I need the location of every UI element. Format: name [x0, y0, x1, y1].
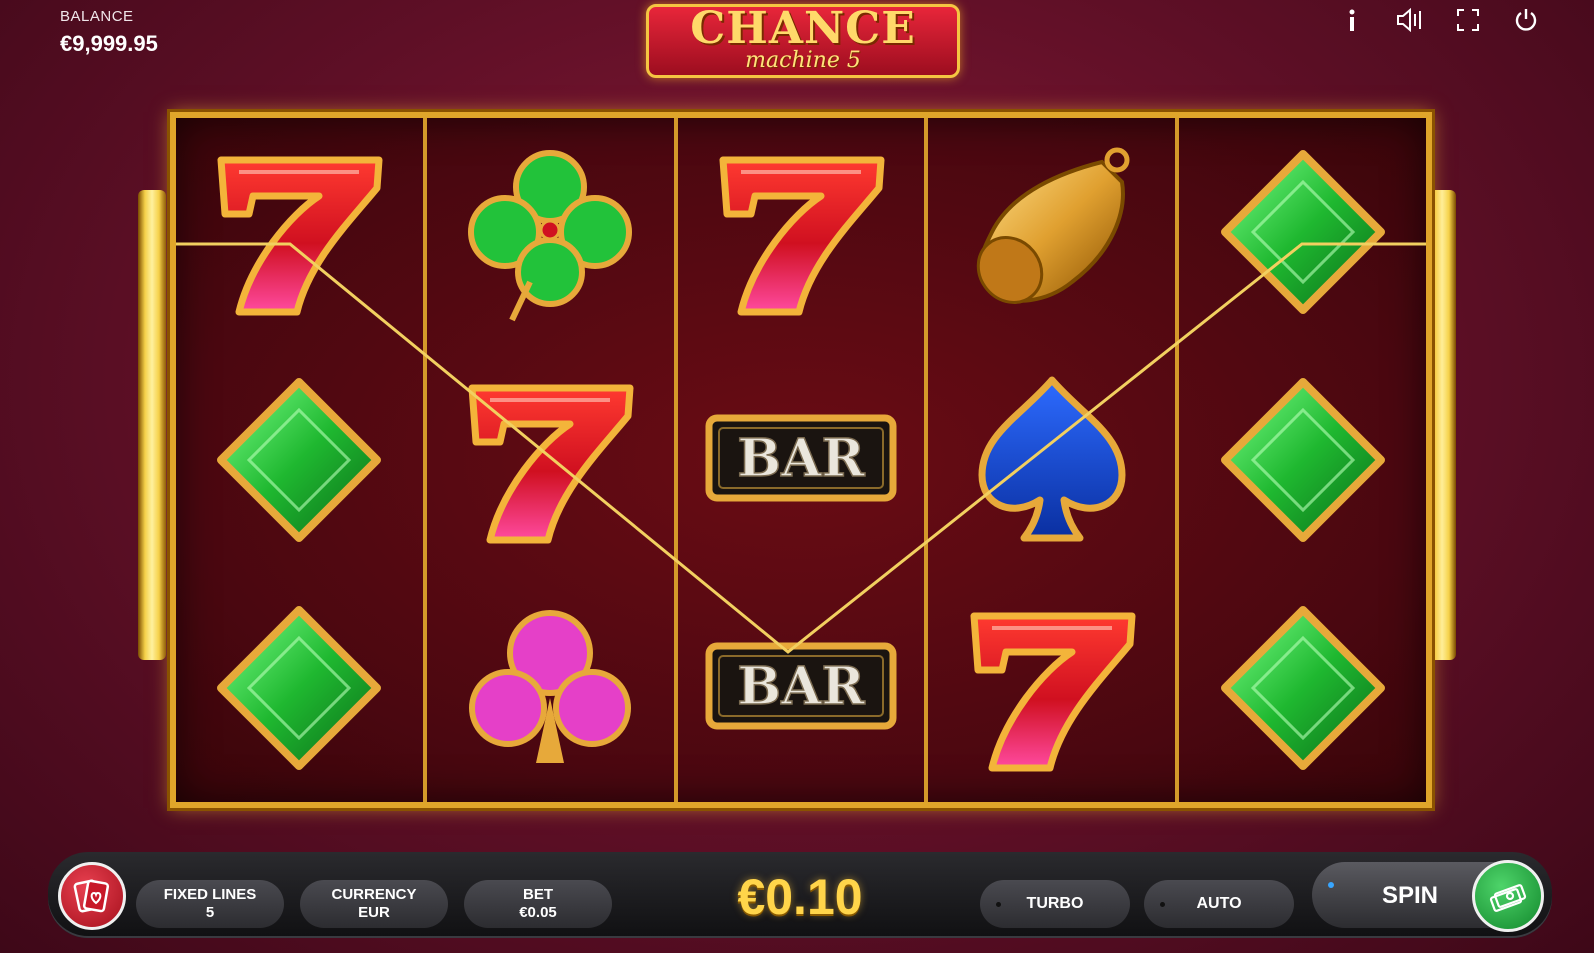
seven-symbol [928, 574, 1175, 802]
spin-indicator [1328, 882, 1334, 888]
spin-label: SPIN [1382, 882, 1439, 909]
seven-symbol [176, 118, 423, 346]
win-amount: €0.10 [737, 869, 863, 925]
seven-symbol [427, 346, 674, 574]
currency-value: EUR [358, 904, 390, 921]
svg-text:BAR: BAR [737, 428, 865, 489]
game-logo: CHANCE machine 5 [646, 4, 960, 78]
turbo-toggle[interactable]: TURBO [980, 880, 1130, 928]
info-icon[interactable] [1338, 6, 1366, 34]
top-toolbar [1338, 6, 1540, 34]
gamble-cards-button[interactable] [58, 862, 126, 930]
reel-frame-left-pillar [138, 190, 166, 660]
balance-value: €9,999.95 [60, 31, 158, 56]
balance-display: BALANCE €9,999.95 [60, 8, 158, 57]
logo-subtitle: machine 5 [745, 48, 861, 73]
reel-2 [422, 118, 674, 802]
clover-symbol [427, 118, 674, 346]
diamond-symbol [1179, 346, 1426, 574]
seven-symbol [678, 118, 925, 346]
reel-3: BAR BAR [673, 118, 925, 802]
reel-frame-right-pillar [1428, 190, 1456, 660]
diamond-symbol [176, 574, 423, 802]
spin-cash-icon[interactable] [1472, 860, 1544, 932]
bar-symbol: BAR [678, 346, 925, 574]
turbo-label: TURBO [1026, 895, 1084, 912]
currency-selector[interactable]: CURRENCY EUR [300, 880, 448, 928]
turbo-indicator [996, 902, 1001, 907]
club-symbol [427, 574, 674, 802]
bet-value: €0.05 [519, 904, 557, 921]
reel-1 [176, 118, 423, 802]
spin-button[interactable]: SPIN [1312, 860, 1544, 932]
reel-grid: BAR BAR [170, 112, 1432, 808]
auto-toggle[interactable]: AUTO [1144, 880, 1294, 928]
sound-icon[interactable] [1396, 6, 1424, 34]
fullscreen-icon[interactable] [1454, 6, 1482, 34]
reel-5 [1175, 118, 1426, 802]
bet-label: BET [523, 886, 553, 903]
svg-text:BAR: BAR [737, 656, 865, 717]
diamond-symbol [1179, 118, 1426, 346]
reel-4 [924, 118, 1175, 802]
diamond-symbol [1179, 574, 1426, 802]
bell-symbol [928, 118, 1175, 346]
fixed-lines-display: FIXED LINES 5 [136, 880, 284, 928]
fixed-lines-value: 5 [205, 904, 215, 921]
currency-label: CURRENCY [331, 886, 417, 903]
auto-indicator [1160, 902, 1165, 907]
auto-label: AUTO [1196, 895, 1242, 912]
fixed-lines-label: FIXED LINES [163, 886, 257, 903]
power-icon[interactable] [1512, 6, 1540, 34]
spade-symbol [928, 346, 1175, 574]
cards-heart-icon [73, 879, 110, 913]
logo-title: CHANCE [690, 3, 916, 54]
balance-label: BALANCE [60, 8, 134, 25]
diamond-symbol [176, 346, 423, 574]
bar-symbol: BAR [678, 574, 925, 802]
bet-selector[interactable]: BET €0.05 [464, 880, 612, 928]
